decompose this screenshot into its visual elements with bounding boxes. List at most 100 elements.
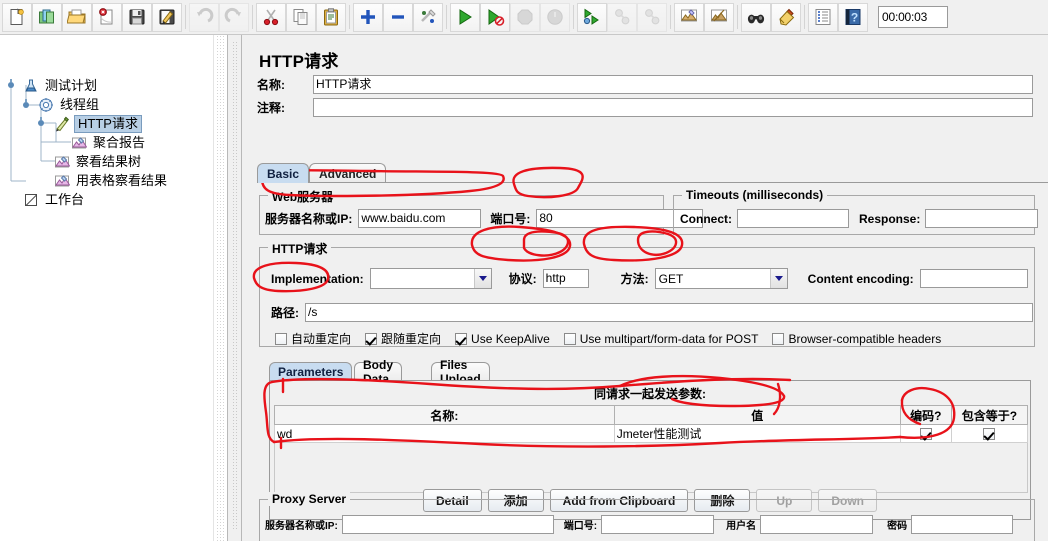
column-header-include-equals[interactable]: 包含等于? <box>950 405 1029 425</box>
tree-item-label: 聚合报告 <box>93 134 146 150</box>
comment-row: 注释: <box>257 98 1033 117</box>
content-encoding-input[interactable] <box>919 269 1028 288</box>
save-icon[interactable] <box>122 2 152 32</box>
reset-search-icon[interactable] <box>771 2 801 32</box>
tab-advanced[interactable]: Advanced <box>309 163 387 183</box>
chevron-down-icon[interactable] <box>473 269 491 288</box>
stop-icon[interactable] <box>510 2 540 32</box>
search-icon[interactable] <box>741 2 771 32</box>
checkbox-include-equals[interactable] <box>954 427 1025 440</box>
proxy-port-input[interactable] <box>601 515 715 534</box>
proxy-user-input[interactable] <box>760 515 874 534</box>
timeouts-row: Connect: Response: <box>680 209 1039 228</box>
workbench-icon <box>22 191 40 208</box>
tree-item-label: 线程组 <box>60 96 100 112</box>
cut-icon[interactable] <box>256 2 286 32</box>
tree-item-view-results-tree[interactable]: 察看结果树 <box>53 152 143 171</box>
method-select[interactable]: GET <box>654 268 788 289</box>
parameters-caption: 同请求一起发送参数: <box>594 387 706 401</box>
response-timeout-input[interactable] <box>925 209 1039 228</box>
tree-item-workbench[interactable]: 工作台 <box>22 190 86 209</box>
checkbox-label: Use multipart/form-data for POST <box>579 331 759 346</box>
implementation-label: Implementation: <box>271 271 364 286</box>
cell-param-encode[interactable] <box>899 424 952 443</box>
thread-group-icon <box>37 96 55 113</box>
request-options-row: 自动重定向 跟随重定向 Use KeepAlive Use multipart/… <box>275 330 955 347</box>
path-input[interactable]: /s <box>305 303 1033 322</box>
toolbar-separator <box>667 3 674 31</box>
shutdown-icon[interactable] <box>540 2 570 32</box>
implementation-select[interactable] <box>369 268 492 289</box>
start-no-pauses-icon[interactable] <box>480 2 510 32</box>
cell-param-name[interactable]: wd <box>274 424 615 443</box>
templates-icon[interactable] <box>32 2 62 32</box>
clear-all-icon[interactable] <box>704 2 734 32</box>
connect-timeout-input[interactable] <box>737 209 849 228</box>
proxy-host-input[interactable] <box>341 515 554 534</box>
column-header-encode[interactable]: 编码? <box>899 405 952 425</box>
aggregate-report-icon <box>70 134 88 151</box>
comment-input[interactable] <box>313 98 1033 117</box>
tree-item-label: HTTP请求 <box>74 114 142 133</box>
proxy-password-input[interactable] <box>911 515 1014 534</box>
cell-param-value[interactable]: Jmeter性能测试 <box>613 424 901 443</box>
column-header-name[interactable]: 名称: <box>274 405 615 425</box>
tab-files-upload[interactable]: Files Upload <box>431 358 490 386</box>
toolbar-separator <box>801 3 808 31</box>
paste-icon[interactable] <box>316 2 346 32</box>
protocol-input[interactable]: http <box>542 269 589 288</box>
tree-item-aggregate-report[interactable]: 聚合报告 <box>70 133 147 152</box>
undo-icon[interactable] <box>189 2 219 32</box>
checkbox-follow-redirect[interactable]: 跟随重定向 <box>365 330 441 347</box>
tab-basic[interactable]: Basic <box>257 163 310 183</box>
start-icon[interactable] <box>450 2 480 32</box>
tree-item-thread-group[interactable]: 线程组 <box>37 95 101 114</box>
function-helper-icon[interactable] <box>808 2 838 32</box>
tree-item-view-results-table[interactable]: 用表格察看结果 <box>53 171 169 190</box>
timer-value: 00:00:03 <box>882 10 928 24</box>
clear-icon[interactable] <box>674 2 704 32</box>
checkbox-box <box>563 332 576 345</box>
server-host-label: 服务器名称或IP: <box>265 212 353 226</box>
tab-body-data[interactable]: Body Data <box>354 358 402 386</box>
tree-item-label: 工作台 <box>45 191 85 207</box>
checkbox-encode[interactable] <box>903 427 949 440</box>
checkbox-auto-redirect[interactable]: 自动重定向 <box>275 330 351 347</box>
collapse-all-icon[interactable] <box>383 2 413 32</box>
new-icon[interactable] <box>2 2 32 32</box>
column-header-value[interactable]: 值 <box>613 405 901 425</box>
path-label: 路径: <box>271 306 299 320</box>
remote-shutdown-all-icon[interactable] <box>637 2 667 32</box>
tree-scrollbar[interactable] <box>213 35 227 541</box>
copy-icon[interactable] <box>286 2 316 32</box>
view-results-table-icon <box>53 172 71 189</box>
toggle-icon[interactable] <box>413 2 443 32</box>
server-port-label: 端口号: <box>490 212 531 226</box>
test-plan-icon <box>22 77 40 94</box>
checkbox-browser-compatible-headers[interactable]: Browser-compatible headers <box>772 332 941 346</box>
test-plan-tree[interactable]: 测试计划 线程组 HTTP请求 聚合报告 察看结果树 用表格察看结果 工作台 <box>0 35 228 541</box>
remote-start-all-icon[interactable] <box>577 2 607 32</box>
redo-icon[interactable] <box>219 2 249 32</box>
help-icon[interactable]: ? <box>838 2 868 32</box>
chevron-down-icon[interactable] <box>769 269 787 288</box>
open-icon[interactable] <box>62 2 92 32</box>
response-timeout-label: Response: <box>859 211 921 226</box>
tree-item-http-request[interactable]: HTTP请求 <box>53 114 142 133</box>
remote-stop-all-icon[interactable] <box>607 2 637 32</box>
parameters-table[interactable]: 名称: 值 编码? 包含等于? wd Jmeter性能测试 <box>274 405 1029 443</box>
checkbox-use-keepalive[interactable]: Use KeepAlive <box>455 332 550 346</box>
name-input[interactable]: HTTP请求 <box>313 75 1033 94</box>
tab-parameters[interactable]: Parameters <box>269 362 353 381</box>
cell-param-include-equals[interactable] <box>950 424 1029 443</box>
split-pane-divider[interactable] <box>228 35 242 541</box>
checkbox-use-multipart[interactable]: Use multipart/form-data for POST <box>563 331 759 346</box>
tree-item-test-plan[interactable]: 测试计划 <box>22 76 99 95</box>
table-row[interactable]: wd Jmeter性能测试 <box>274 424 1029 443</box>
save-as-icon[interactable] <box>152 2 182 32</box>
server-host-input[interactable]: www.baidu.com <box>358 209 482 228</box>
expand-all-icon[interactable] <box>353 2 383 32</box>
tab-label: Basic <box>267 166 300 181</box>
svg-text:?: ? <box>851 11 858 25</box>
close-icon[interactable] <box>92 2 122 32</box>
